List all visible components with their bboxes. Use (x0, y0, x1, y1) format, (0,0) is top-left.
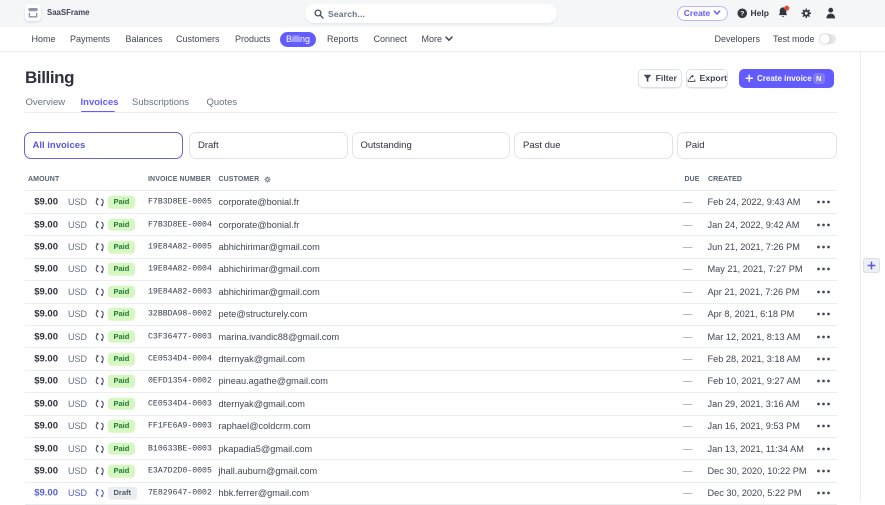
svg-text:?: ? (740, 10, 744, 17)
